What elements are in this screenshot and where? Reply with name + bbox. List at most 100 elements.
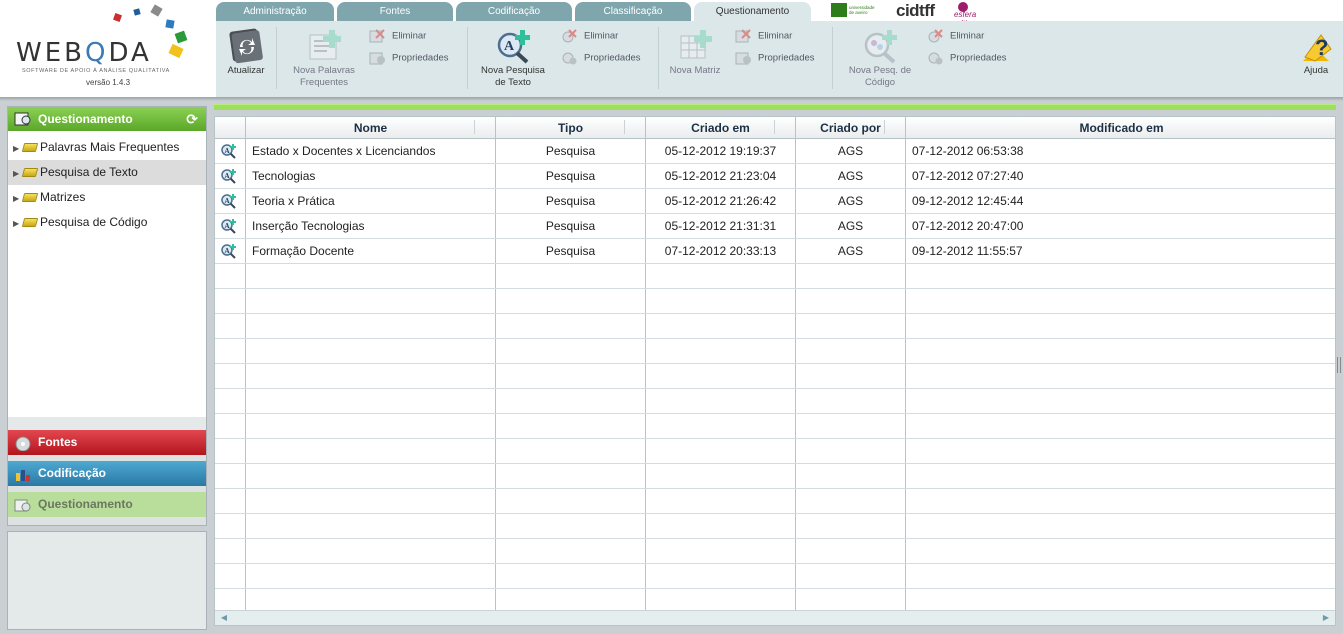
word-frequency-icon bbox=[305, 27, 343, 65]
cell-nome bbox=[246, 539, 496, 563]
empty-table-row bbox=[215, 264, 1335, 289]
cell-modificado-em: 07-12-2012 20:47:00 bbox=[912, 219, 1024, 233]
cell-criado-por: AGS bbox=[796, 214, 906, 238]
cell-nome bbox=[246, 514, 496, 538]
column-header-criado-por[interactable]: Criado por bbox=[796, 117, 906, 139]
refresh-icon[interactable]: ⟳ bbox=[186, 107, 198, 131]
empty-table-row bbox=[215, 464, 1335, 489]
column-header-label: Modificado em bbox=[1079, 121, 1164, 135]
properties-icon bbox=[368, 51, 386, 65]
refresh-icon bbox=[227, 27, 265, 65]
table-row[interactable]: A Inserção Tecnologias Pesquisa 05-12-2012 … bbox=[215, 214, 1335, 239]
nova-palavras-label-2: Frequentes bbox=[299, 77, 349, 88]
splitter-handle[interactable] bbox=[1337, 357, 1341, 373]
tab-codificacao[interactable]: Codificação bbox=[456, 2, 572, 21]
table-row[interactable]: A Formação Docente Pesquisa 07-12-2012 20:3… bbox=[215, 239, 1335, 264]
accordion-fontes[interactable]: Fontes bbox=[8, 430, 206, 455]
column-resize-handle[interactable] bbox=[624, 120, 625, 134]
cell-criado-em: 07-12-2012 20:33:13 bbox=[646, 239, 796, 263]
cell-modificado-em bbox=[906, 339, 1335, 363]
grid-body: A Estado x Docentes x Licenciandos Pesquis… bbox=[215, 139, 1335, 614]
delete-icon bbox=[560, 29, 578, 43]
tab-classificacao[interactable]: Classificação bbox=[575, 2, 691, 21]
column-resize-handle[interactable] bbox=[774, 120, 775, 134]
column-resize-handle[interactable] bbox=[474, 120, 475, 134]
column-header-tipo[interactable]: Tipo bbox=[496, 117, 646, 139]
tree-item-label: Pesquisa de Texto bbox=[40, 165, 138, 179]
table-row[interactable]: A Estado x Docentes x Licenciandos Pesquis… bbox=[215, 139, 1335, 164]
cell-nome bbox=[246, 339, 496, 363]
folder-icon bbox=[21, 193, 39, 203]
cell-nome bbox=[246, 314, 496, 338]
atualizar-button[interactable]: Atualizar bbox=[222, 27, 270, 77]
column-header-nome[interactable]: Nome bbox=[246, 117, 496, 139]
eliminar-label: Eliminar bbox=[758, 30, 793, 42]
tree-item-label: Matrizes bbox=[40, 190, 86, 204]
app-logo: WEBQDA SOFTWARE DE APOIO À ANÁLISE QUALI… bbox=[0, 0, 210, 97]
propriedades-pesq-codigo-button[interactable]: Propriedades bbox=[926, 51, 1007, 65]
empty-table-row bbox=[215, 289, 1335, 314]
propriedades-label: Propriedades bbox=[392, 52, 449, 64]
cell-icon bbox=[215, 464, 246, 488]
column-header-criado-em[interactable]: Criado em bbox=[646, 117, 796, 139]
empty-table-row bbox=[215, 514, 1335, 539]
table-row[interactable]: A Tecnologias Pesquisa 05-12-2012 21:23:04 A… bbox=[215, 164, 1335, 189]
column-header-icon[interactable] bbox=[215, 117, 246, 139]
tree-item-label: Palavras Mais Frequentes bbox=[40, 140, 180, 154]
eliminar-pesquisa-button[interactable]: Eliminar bbox=[560, 29, 618, 43]
cell-modificado-em bbox=[906, 489, 1335, 513]
nova-palavras-frequentes-button[interactable]: Nova Palavras Frequentes bbox=[284, 27, 364, 89]
cell-criado-em bbox=[646, 264, 796, 288]
cell-criado-por: AGS bbox=[796, 164, 906, 188]
svg-text:A: A bbox=[225, 247, 230, 255]
propriedades-matriz-button[interactable]: Propriedades bbox=[734, 51, 815, 65]
questionamento-panel-header: Questionamento ⟳ bbox=[8, 107, 206, 131]
accordion-questionamento[interactable]: Questionamento bbox=[8, 492, 206, 517]
nova-pesquisa-label-2: de Texto bbox=[495, 77, 531, 88]
column-header-modificado-em[interactable]: Modificado em bbox=[906, 117, 1335, 139]
text-search-icon: A bbox=[220, 143, 237, 160]
tree-item-pesquisa-de-codigo[interactable]: ▶ Pesquisa de Código bbox=[8, 210, 206, 235]
tree-item-matrizes[interactable]: ▶ Matrizes bbox=[8, 185, 206, 210]
tree-item-pesquisa-de-texto[interactable]: ▶ Pesquisa de Texto bbox=[8, 160, 206, 185]
tab-fontes[interactable]: Fontes bbox=[337, 2, 453, 21]
horizontal-scrollbar[interactable]: ◀ ▶ bbox=[215, 610, 1335, 625]
eliminar-pesq-codigo-button[interactable]: Eliminar bbox=[926, 29, 984, 43]
questionamento-tree: ▶ Palavras Mais Frequentes ▶ Pesquisa de T… bbox=[8, 135, 206, 235]
cell-criado-em bbox=[646, 339, 796, 363]
svg-text:?: ? bbox=[1315, 35, 1328, 60]
tab-questionamento[interactable]: Questionamento bbox=[694, 2, 811, 21]
nova-pesquisa-texto-button[interactable]: A Nova Pesquisa de Texto bbox=[472, 27, 554, 89]
tree-item-palavras-mais-frequentes[interactable]: ▶ Palavras Mais Frequentes bbox=[8, 135, 206, 160]
svg-text:A: A bbox=[225, 197, 230, 205]
cell-tipo bbox=[496, 364, 646, 388]
accordion-codificacao[interactable]: Codificação bbox=[8, 461, 206, 486]
ajuda-button[interactable]: ? Ajuda bbox=[1296, 27, 1336, 77]
cell-criado-em bbox=[646, 289, 796, 313]
scroll-left-icon[interactable]: ◀ bbox=[217, 612, 231, 624]
disc-icon bbox=[14, 435, 32, 452]
tab-administracao[interactable]: Administração bbox=[216, 2, 334, 21]
cell-modificado-em bbox=[906, 264, 1335, 288]
nova-matriz-label: Nova Matriz bbox=[669, 65, 721, 76]
svg-text:A: A bbox=[225, 147, 230, 155]
eliminar-label: Eliminar bbox=[584, 30, 619, 42]
column-resize-handle[interactable] bbox=[884, 120, 885, 134]
cell-criado-em bbox=[646, 489, 796, 513]
propriedades-pesquisa-button[interactable]: Propriedades bbox=[560, 51, 641, 65]
nova-pesquisa-codigo-button[interactable]: Nova Pesq. de Código bbox=[838, 27, 922, 89]
cell-modificado-em bbox=[906, 314, 1335, 338]
cell-tipo bbox=[496, 489, 646, 513]
cell-criado-por: AGS bbox=[796, 139, 906, 163]
cell-criado-em bbox=[646, 364, 796, 388]
navigation-panel: Questionamento ⟳ ▶ Palavras Mais Frequent… bbox=[7, 106, 207, 526]
scroll-right-icon[interactable]: ▶ bbox=[1319, 612, 1333, 624]
eliminar-matriz-button[interactable]: Eliminar bbox=[734, 29, 792, 43]
cell-criado-em bbox=[646, 539, 796, 563]
accordion-label: Fontes bbox=[38, 435, 78, 449]
table-row[interactable]: A Teoria x Prática Pesquisa 05-12-2012 21:2… bbox=[215, 189, 1335, 214]
nova-matriz-button[interactable]: Nova Matriz bbox=[664, 27, 726, 77]
column-header-label: Criado em bbox=[691, 121, 750, 135]
eliminar-palavras-button[interactable]: Eliminar bbox=[368, 29, 426, 43]
propriedades-palavras-button[interactable]: Propriedades bbox=[368, 51, 449, 65]
